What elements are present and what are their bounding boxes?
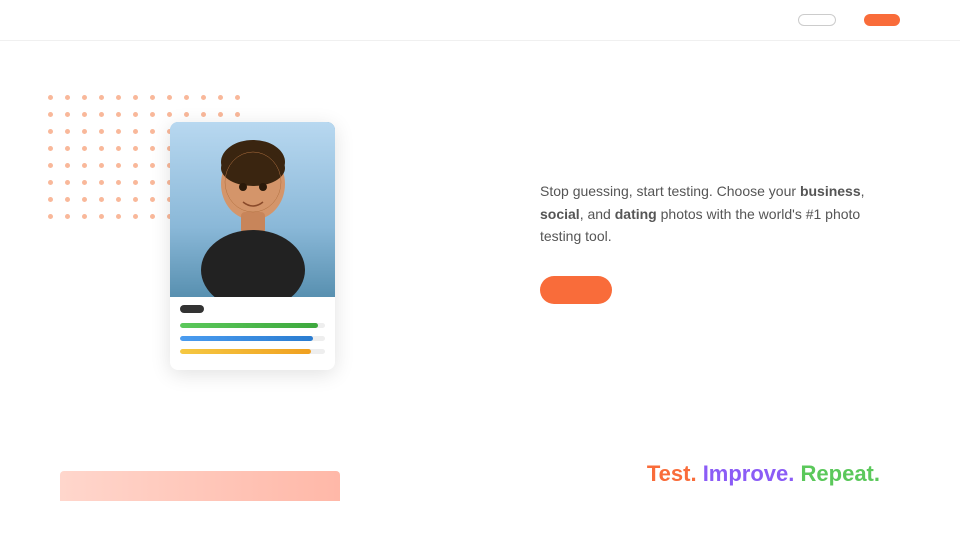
smart-bar-track (180, 323, 325, 328)
bold-business: business (800, 183, 861, 199)
bottom-strip (60, 471, 340, 501)
how-bottom-row: Test. Improve. Repeat. (60, 461, 900, 501)
how-right: Test. Improve. Repeat. (470, 461, 900, 487)
attractive-bar-track (180, 349, 325, 354)
photo-card (170, 122, 335, 370)
hero-section: const og = document.querySelector('.dot-… (0, 41, 960, 421)
profile-photo (170, 122, 335, 297)
smart-bar-fill (180, 323, 318, 328)
trustworthy-bar-track (180, 336, 325, 341)
bold-dating: dating (615, 206, 657, 222)
test-improve-repeat: Test. Improve. Repeat. (470, 461, 880, 487)
bold-social: social (540, 206, 580, 222)
test-label: Test. (647, 461, 697, 486)
trustworthy-bar-fill (180, 336, 313, 341)
hero-left: const og = document.querySelector('.dot-… (60, 102, 480, 370)
card-tab-row (170, 297, 335, 317)
attractive-bar-row (180, 347, 325, 354)
signup-button[interactable] (864, 14, 900, 26)
hero-right: Stop guessing, start testing. Choose you… (480, 158, 900, 313)
navbar (0, 0, 960, 41)
dating-tab[interactable] (180, 305, 204, 313)
trustworthy-bar-row (180, 334, 325, 341)
nav-links (742, 14, 900, 26)
attractive-bar-fill (180, 349, 311, 354)
how-left (60, 461, 470, 501)
hero-description: Stop guessing, start testing. Choose you… (540, 180, 880, 247)
smart-bar-row (180, 321, 325, 328)
login-button[interactable] (798, 14, 836, 26)
how-it-works-section: Test. Improve. Repeat. (0, 421, 960, 521)
repeat-label: Repeat. (801, 461, 880, 486)
test-photos-button[interactable] (540, 276, 612, 304)
improve-label: Improve. (703, 461, 795, 486)
score-bars (170, 317, 335, 370)
